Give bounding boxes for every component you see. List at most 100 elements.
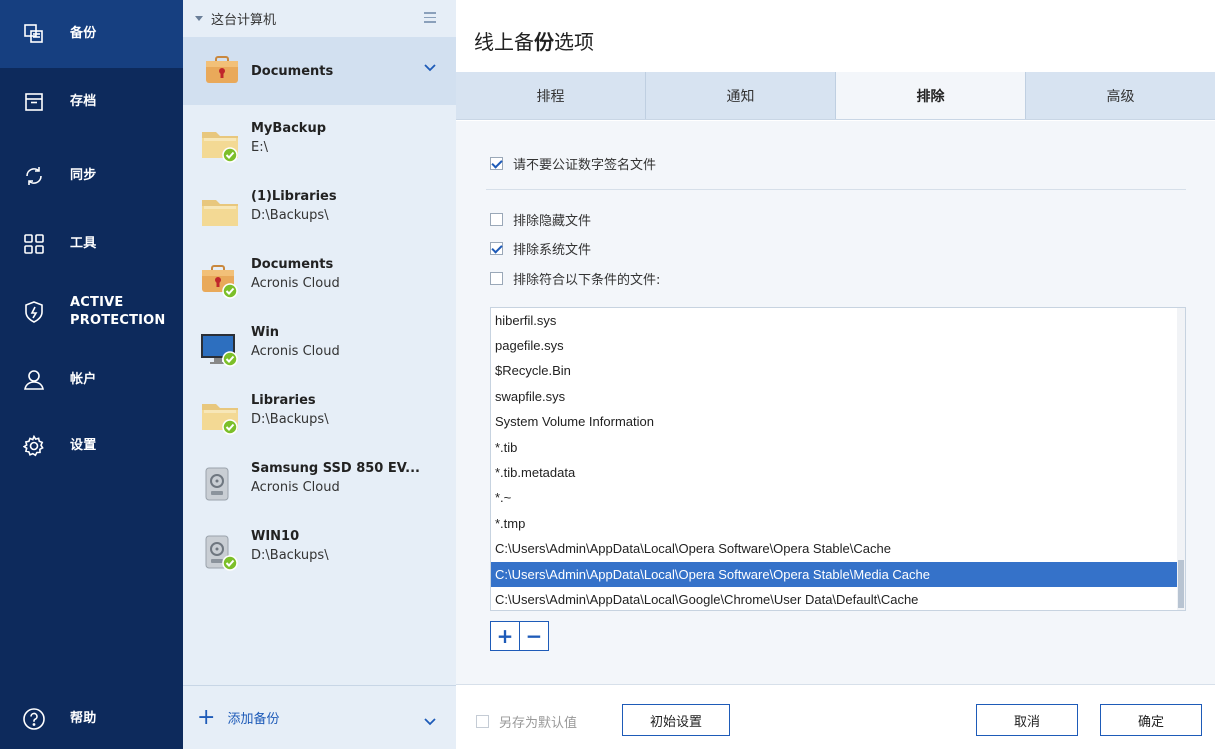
chevron-down-icon[interactable] xyxy=(424,715,436,730)
tab-schedule[interactable]: 排程 xyxy=(456,72,646,119)
folder-icon xyxy=(200,396,244,436)
remove-exclusion-button[interactable]: − xyxy=(519,621,549,651)
backup-name: Libraries xyxy=(251,393,316,408)
divider xyxy=(486,189,1186,190)
shield-icon xyxy=(22,300,46,324)
user-icon xyxy=(22,368,46,392)
exclusion-item[interactable]: pagefile.sys xyxy=(491,333,1177,358)
backup-destination: Acronis Cloud xyxy=(251,344,340,359)
disk-icon xyxy=(200,464,244,504)
add-backup-label: 添加备份 xyxy=(227,712,280,727)
backup-item[interactable]: MyBackup E:\ xyxy=(183,110,456,178)
tab-advanced[interactable]: 高级 xyxy=(1026,72,1215,119)
nav-item-tools[interactable]: 工具 xyxy=(0,210,183,278)
nav-label: 帐户 xyxy=(70,372,97,387)
backup-name: Documents xyxy=(251,257,334,272)
exclusion-item[interactable]: C:\Users\Admin\AppData\Local\Opera Softw… xyxy=(491,536,1177,561)
disk-icon xyxy=(200,532,244,572)
nav-label: 设置 xyxy=(70,438,97,453)
nav-label: 备份 xyxy=(70,26,97,41)
exclude-matching-checkbox[interactable] xyxy=(490,272,503,285)
reset-button[interactable]: 初始设置 xyxy=(622,704,730,736)
exclusion-item[interactable]: *.tib.metadata xyxy=(491,460,1177,485)
nav-item-account[interactable]: 帐户 xyxy=(0,346,183,414)
backup-destination: D:\Backups\ xyxy=(251,208,329,223)
exclusion-list[interactable]: hiberfil.sys pagefile.sys $Recycle.Bin s… xyxy=(490,307,1186,611)
nav-item-help[interactable]: 帮助 xyxy=(0,688,183,749)
exclusions-content: 请不要公证数字签名文件 排除隐藏文件 排除系统文件 排除符合以下条件的文件: h… xyxy=(456,121,1215,684)
monitor-icon xyxy=(200,328,244,368)
add-backup-button[interactable]: + 添加备份 xyxy=(183,685,456,749)
briefcase-icon xyxy=(200,51,244,91)
exclude-system-checkbox[interactable] xyxy=(490,242,503,255)
help-icon xyxy=(22,707,46,731)
backup-destination: Acronis Cloud xyxy=(251,480,340,495)
backup-list-header[interactable]: 这台计算机 xyxy=(183,0,456,37)
nav-item-sync[interactable]: 同步 xyxy=(0,142,183,210)
exclusion-item-selected[interactable]: C:\Users\Admin\AppData\Local\Opera Softw… xyxy=(491,562,1177,587)
backup-name: Documents xyxy=(251,64,334,79)
backup-name: MyBackup xyxy=(251,121,327,136)
option-label: 排除隐藏文件 xyxy=(513,214,592,229)
exclusion-item[interactable]: C:\Users\Admin\AppData\Local\Google\Chro… xyxy=(491,587,1177,610)
backup-list-title: 这台计算机 xyxy=(211,13,277,28)
backup-item[interactable]: Documents xyxy=(183,37,456,105)
nav-item-active-protection[interactable]: ACTIVE PROTECTION xyxy=(0,278,183,346)
nav-item-settings[interactable]: 设置 xyxy=(0,412,183,480)
backup-item[interactable]: Libraries D:\Backups\ xyxy=(183,382,456,450)
backup-item[interactable]: Samsung SSD 850 EV... Acronis Cloud xyxy=(183,450,456,518)
nav-label: 工具 xyxy=(70,236,97,251)
backup-item[interactable]: Win Acronis Cloud xyxy=(183,314,456,382)
cancel-button[interactable]: 取消 xyxy=(976,704,1078,736)
sync-icon xyxy=(22,164,46,188)
save-default-checkbox[interactable] xyxy=(476,715,489,728)
exclusion-item[interactable]: $Recycle.Bin xyxy=(491,358,1177,383)
backup-item[interactable]: WIN10 D:\Backups\ xyxy=(183,518,456,586)
nav-item-archive[interactable]: 存档 xyxy=(0,68,183,136)
scrollbar-thumb[interactable] xyxy=(1178,560,1184,608)
ok-button[interactable]: 确定 xyxy=(1100,704,1202,736)
chevron-down-icon[interactable] xyxy=(424,61,436,76)
main-navigation: 备份 存档 同步 工具 ACTIVE PROTECTION 帐户 设置 帮助 xyxy=(0,0,183,749)
exclusion-scrollbar[interactable] xyxy=(1177,308,1185,610)
exclusion-item[interactable]: *.tmp xyxy=(491,511,1177,536)
backup-name: (1)Libraries xyxy=(251,189,337,204)
exclusion-item[interactable]: hiberfil.sys xyxy=(491,308,1177,333)
options-tabs: 排程 通知 排除 高级 xyxy=(456,72,1215,120)
nav-label: 存档 xyxy=(70,94,97,109)
nav-item-backup[interactable]: 备份 xyxy=(0,0,183,68)
save-default-option[interactable]: 另存为默认值 xyxy=(476,712,577,731)
gear-icon xyxy=(22,434,46,458)
exclusion-item[interactable]: *.~ xyxy=(491,485,1177,510)
exclude-hidden-option[interactable]: 排除隐藏文件 xyxy=(490,210,591,229)
backup-destination: D:\Backups\ xyxy=(251,548,329,563)
backup-item[interactable]: Documents Acronis Cloud xyxy=(183,246,456,314)
option-label: 请不要公证数字签名文件 xyxy=(513,158,657,173)
tab-exclusions[interactable]: 排除 xyxy=(836,72,1026,119)
tools-icon xyxy=(22,232,46,256)
menu-icon[interactable] xyxy=(424,12,436,26)
option-label: 排除系统文件 xyxy=(513,243,592,258)
backup-destination: Acronis Cloud xyxy=(251,276,340,291)
exclusion-item[interactable]: System Volume Information xyxy=(491,409,1177,434)
exclusion-item[interactable]: *.tib xyxy=(491,435,1177,460)
folder-icon xyxy=(200,124,244,164)
folder-icon xyxy=(200,192,244,232)
nav-label: 同步 xyxy=(70,168,97,183)
exclusion-item[interactable]: swapfile.sys xyxy=(491,384,1177,409)
plus-icon: + xyxy=(197,704,216,730)
backup-name: Samsung SSD 850 EV... xyxy=(251,461,420,476)
backup-destination: E:\ xyxy=(251,140,268,155)
options-panel: 线上备份选项 排程 通知 排除 高级 请不要公证数字签名文件 排除隐藏文件 排除… xyxy=(456,0,1215,749)
add-exclusion-button[interactable]: + xyxy=(490,621,520,651)
no-certified-option[interactable]: 请不要公证数字签名文件 xyxy=(490,154,656,173)
exclude-hidden-checkbox[interactable] xyxy=(490,213,503,226)
exclude-matching-option[interactable]: 排除符合以下条件的文件: xyxy=(490,269,660,288)
exclude-system-option[interactable]: 排除系统文件 xyxy=(490,239,591,258)
backup-icon xyxy=(22,22,46,46)
tab-notifications[interactable]: 通知 xyxy=(646,72,836,119)
backup-item[interactable]: (1)Libraries D:\Backups\ xyxy=(183,178,456,246)
briefcase-icon xyxy=(200,260,244,300)
no-certified-checkbox[interactable] xyxy=(490,157,503,170)
option-label: 排除符合以下条件的文件: xyxy=(513,273,661,288)
